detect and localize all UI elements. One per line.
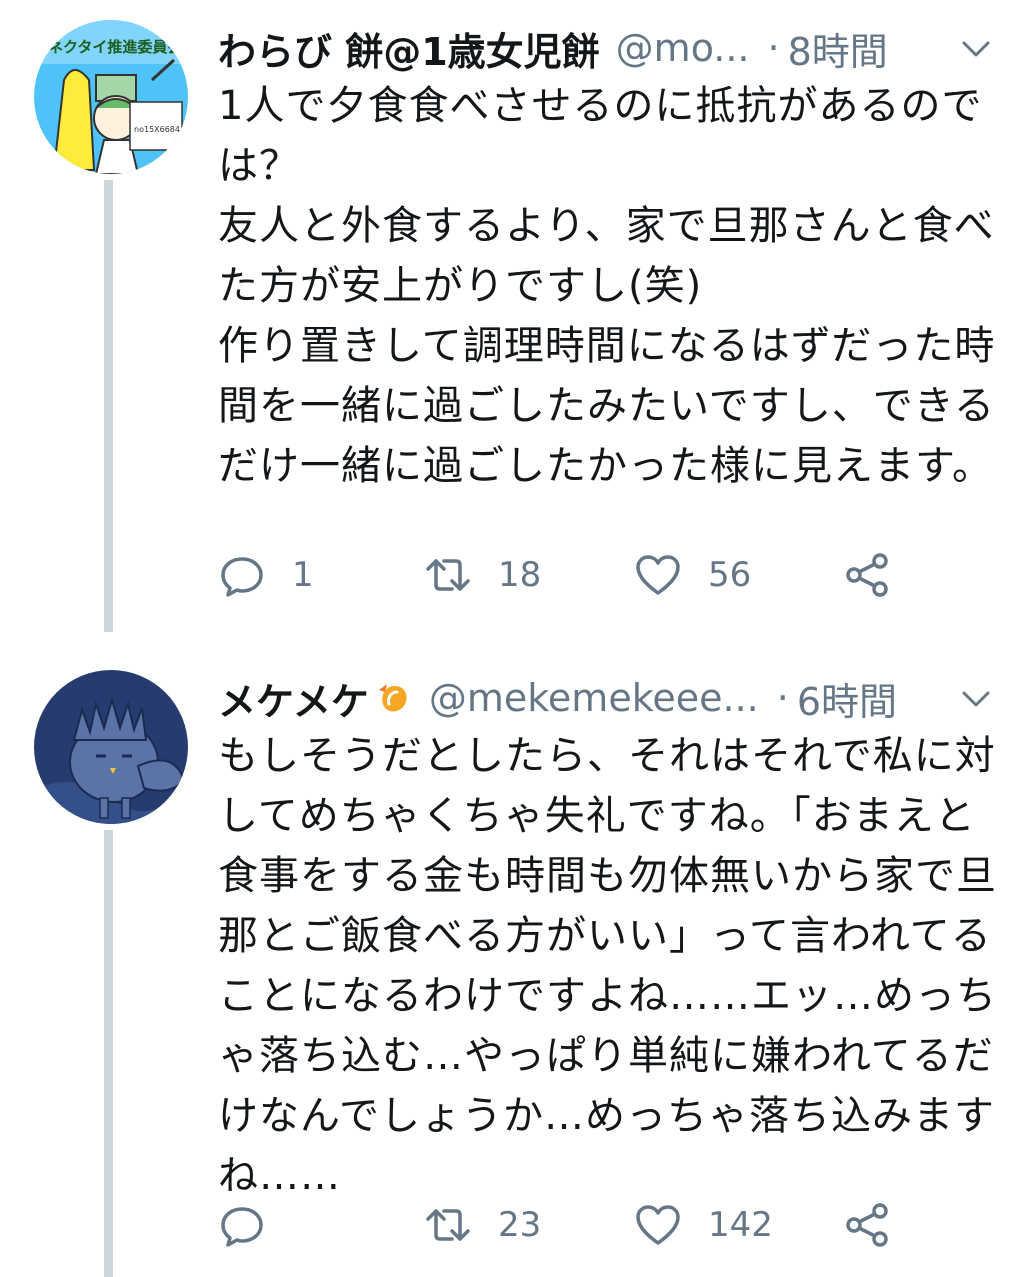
user-handle[interactable]: @mo... [616,26,750,70]
tweet-actions: 1 18 56 [218,545,918,605]
share-button[interactable] [844,545,892,605]
user-name[interactable]: わらび 餅@1歳女児餅 [218,21,600,76]
retweet-button[interactable]: 18 [424,545,541,605]
reply-icon [221,1207,263,1247]
reply-button[interactable]: 1 [218,545,314,605]
like-button[interactable]: 142 [634,1195,773,1255]
heart-icon [636,1205,680,1245]
svg-text:ネクタイ推進委員会: ネクタイ推進委員会 [48,38,182,56]
heart-icon [636,555,680,595]
chevron-down-icon[interactable] [956,28,996,68]
reply-icon [221,557,263,597]
retweet-icon [426,1209,470,1241]
avatar[interactable] [34,670,188,824]
user-handle[interactable]: @mekemekeee... [429,676,759,720]
like-button[interactable]: 56 [634,545,751,605]
separator: · [767,26,780,70]
tweet-header: メケメケ @mekemekeee... · 6時間 [218,670,1004,726]
avatar-image: ネクタイ推進委員会 no15X6684 [34,20,188,174]
reply-button[interactable] [218,1195,292,1255]
retweet-icon [426,559,470,591]
like-count: 142 [708,1205,773,1245]
tweet[interactable]: メケメケ @mekemekeee... · 6時間 もしそうだとしたら、それはそ… [0,650,1024,1277]
user-name[interactable]: メケメケ [218,671,369,726]
avatar[interactable]: ネクタイ推進委員会 no15X6684 [34,20,188,174]
timestamp[interactable]: 6時間 [797,671,897,726]
share-icon [846,1203,888,1247]
retweet-button[interactable]: 23 [424,1195,541,1255]
chevron-down-icon[interactable] [956,678,996,718]
separator: · [776,676,789,720]
share-icon [846,553,888,597]
tweet-text: 1人で夕食食べさせるのに抵抗があるのでは？ 友人と外食するより、家で旦那さんと食… [218,83,996,489]
retweet-count: 18 [498,555,542,595]
retweet-count: 23 [498,1205,542,1245]
like-count: 56 [708,555,752,595]
reply-count: 1 [292,555,314,595]
timeline: ネクタイ推進委員会 no15X6684 わらび 餅@1歳女児餅 @mo... ·… [0,0,1024,1277]
shrimp-icon [378,684,407,712]
svg-text:no15X6684: no15X6684 [134,125,180,134]
tweet-header: わらび 餅@1歳女児餅 @mo... · 8時間 [218,20,1004,76]
avatar-image [34,670,188,824]
tweet-text: もしそうだとしたら、それはそれで私に対してめちゃくちゃ失礼ですね。「おまえと食事… [218,733,997,1199]
tweet[interactable]: ネクタイ推進委員会 no15X6684 わらび 餅@1歳女児餅 @mo... ·… [0,0,1024,630]
timestamp[interactable]: 8時間 [788,21,888,76]
tweet-actions: 23 142 [218,1195,918,1255]
share-button[interactable] [844,1195,892,1255]
